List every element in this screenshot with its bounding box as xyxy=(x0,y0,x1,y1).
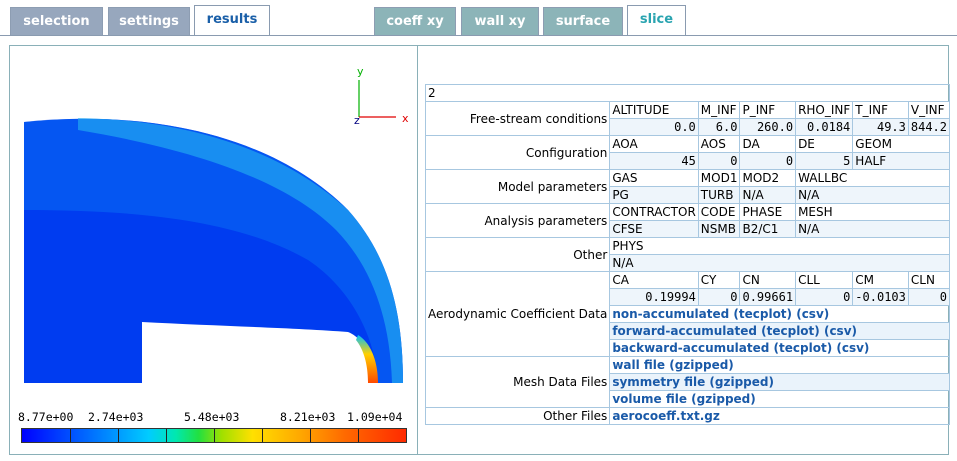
group-label: Model parameters xyxy=(424,169,611,204)
header-cell: RHO_INF xyxy=(795,101,854,119)
panel-divider xyxy=(417,45,418,455)
tab-slice[interactable]: slice xyxy=(627,5,686,35)
header-cell: AOS xyxy=(697,135,741,153)
value-cell: 45 xyxy=(609,152,699,170)
colorbar-label: 2.74e+03 xyxy=(88,410,144,424)
header-cell: MOD2 xyxy=(739,169,797,187)
colorbar-label: 8.21e+03 xyxy=(280,410,336,424)
header-cell: AOA xyxy=(609,135,699,153)
value-cell: 0 xyxy=(697,152,741,170)
vehicle-body xyxy=(142,322,368,383)
case-id: 2 xyxy=(425,84,950,102)
header-cell: CONTRACTOR xyxy=(609,203,699,221)
header-cell: GEOM xyxy=(852,135,950,153)
value-cell: TURB xyxy=(697,186,741,204)
value-cell: N/A xyxy=(795,186,950,204)
header-cell: MESH xyxy=(795,203,950,221)
other-file-link[interactable]: aerocoeff.txt.gz xyxy=(609,407,950,425)
value-cell: 260.0 xyxy=(739,118,797,136)
header-cell: CA xyxy=(609,271,699,289)
value-cell: 0.19994 xyxy=(609,288,699,306)
group-label: Analysis parameters xyxy=(424,203,611,238)
header-cell: WALLBC xyxy=(795,169,950,187)
group-label: Aerodynamic Coefficient Data xyxy=(424,271,611,357)
tab-results[interactable]: results xyxy=(194,5,270,35)
header-cell: DA xyxy=(739,135,797,153)
value-cell: 0.99661 xyxy=(739,288,797,306)
header-cell: CY xyxy=(697,271,741,289)
value-cell: 0 xyxy=(907,288,951,306)
mesh-link-symmetry[interactable]: symmetry file (gzipped) xyxy=(609,373,950,391)
header-cell: P_INF xyxy=(739,101,797,119)
value-cell: 844.2 xyxy=(907,118,951,136)
colorbar xyxy=(21,428,407,443)
value-cell: N/A xyxy=(609,254,950,272)
tab-selection[interactable]: selection xyxy=(10,7,103,35)
value-cell: 0 xyxy=(697,288,741,306)
aero-link-non-accumulated[interactable]: non-accumulated (tecplot) (csv) xyxy=(609,305,950,323)
tab-surface[interactable]: surface xyxy=(543,7,623,35)
axis-x-label: x xyxy=(402,112,409,125)
value-cell: 0 xyxy=(795,288,854,306)
header-cell: V_INF xyxy=(907,101,951,119)
group-label: Free-stream conditions xyxy=(424,101,611,136)
header-cell: CM xyxy=(852,271,909,289)
value-cell: NSMB xyxy=(697,220,741,238)
header-cell: DE xyxy=(795,135,854,153)
value-cell: N/A xyxy=(795,220,950,238)
tab-bar: selection settings results coeff xy wall… xyxy=(0,0,957,37)
header-cell: M_INF xyxy=(697,101,741,119)
header-cell: CN xyxy=(739,271,797,289)
axis-triad: y z x xyxy=(354,65,409,127)
value-cell: N/A xyxy=(739,186,797,204)
value-cell: 0.0 xyxy=(609,118,699,136)
tab-coeff-xy[interactable]: coeff xy xyxy=(374,7,456,35)
value-cell: 49.3 xyxy=(852,118,909,136)
colorbar-label: 5.48e+03 xyxy=(184,410,240,424)
value-cell: CFSE xyxy=(609,220,699,238)
value-cell: 6.0 xyxy=(697,118,741,136)
tab-wall-xy[interactable]: wall xy xyxy=(461,7,539,35)
mesh-link-wall[interactable]: wall file (gzipped) xyxy=(609,356,950,374)
value-cell: B2/C1 xyxy=(739,220,797,238)
header-cell: GAS xyxy=(609,169,699,187)
header-cell: PHYS xyxy=(609,237,950,255)
tab-baseline xyxy=(0,35,957,36)
header-cell: PHASE xyxy=(739,203,797,221)
colorbar-label: 1.09e+04 xyxy=(347,410,403,424)
value-cell: -0.0103 xyxy=(852,288,909,306)
axis-z-label: z xyxy=(354,114,360,127)
aero-link-backward-accumulated[interactable]: backward-accumulated (tecplot) (csv) xyxy=(609,339,950,357)
header-cell: CLN xyxy=(907,271,951,289)
tab-settings[interactable]: settings xyxy=(108,7,190,35)
header-cell: T_INF xyxy=(852,101,909,119)
value-cell: HALF xyxy=(852,152,950,170)
group-label: Mesh Data Files xyxy=(424,356,611,408)
axis-y-label: y xyxy=(357,65,364,78)
value-cell: 0 xyxy=(739,152,797,170)
group-label: Other xyxy=(424,237,611,272)
value-cell: 5 xyxy=(795,152,854,170)
colorbar-label: 8.77e+00 xyxy=(18,410,74,424)
value-cell: 0.0184 xyxy=(795,118,854,136)
value-cell: PG xyxy=(609,186,699,204)
aero-link-forward-accumulated[interactable]: forward-accumulated (tecplot) (csv) xyxy=(609,322,950,340)
header-cell: CODE xyxy=(697,203,741,221)
group-label: Other Files xyxy=(424,407,611,425)
group-label: Configuration xyxy=(424,135,611,170)
header-cell: ALTITUDE xyxy=(609,101,699,119)
slice-visualization[interactable]: y z x xyxy=(18,60,413,400)
mesh-link-volume[interactable]: volume file (gzipped) xyxy=(609,390,950,408)
colorbar-labels: 8.77e+00 2.74e+03 5.48e+03 8.21e+03 1.09… xyxy=(18,410,413,426)
header-cell: CLL xyxy=(795,271,854,289)
results-table: 2 Free-stream conditions ALTITUDE M_INF … xyxy=(424,84,951,425)
header-cell: MOD1 xyxy=(697,169,741,187)
